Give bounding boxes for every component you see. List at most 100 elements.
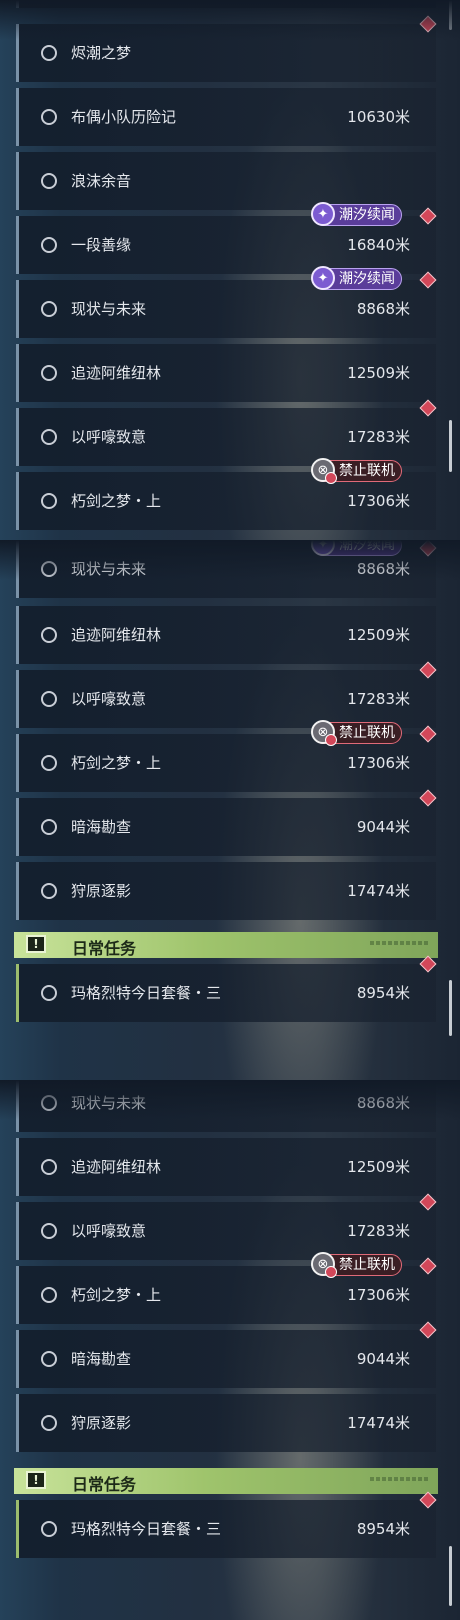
quest-distance: 10630米: [347, 108, 410, 126]
quest-item-shouyuan[interactable]: 狩原逐影 17474米: [16, 862, 436, 920]
no-coop-badge: ⊗ 禁止联机: [311, 458, 402, 484]
quest-name: 布偶小队历险记: [71, 108, 177, 126]
no-coop-icon: ⊗: [311, 458, 337, 484]
quest-item-huhao[interactable]: 以呼嚎致意 17283米: [16, 1193, 437, 1260]
star-burst-icon: ✦: [311, 202, 335, 226]
quest-distance: 17283米: [347, 1222, 410, 1240]
no-coop-badge-label: 禁止联机: [339, 1257, 395, 1273]
circle-icon: [41, 819, 57, 835]
quest-distance: 17283米: [347, 428, 410, 446]
exclamation-icon: !: [26, 1471, 46, 1489]
quest-distance: 17306米: [347, 492, 410, 510]
quest-distance: 9044米: [356, 1350, 410, 1368]
quest-name: 追迹阿维纽林: [71, 364, 162, 382]
circle-icon: [41, 883, 57, 899]
quest-item-daily[interactable]: 玛格烈特今日套餐・三 8954米: [16, 955, 437, 1022]
quest-item-xianzhuang[interactable]: 现状与未来 8868米 ✦ 潮汐续闻: [16, 266, 437, 338]
quest-item-zhuiji[interactable]: 追迹阿维纽林 12509米: [16, 606, 436, 664]
quest-item-shouyuan[interactable]: 狩原逐影 17474米: [16, 1394, 436, 1452]
scrollbar-thumb[interactable]: [449, 420, 452, 472]
scrollbar-thumb[interactable]: [449, 1546, 452, 1606]
circle-icon: [41, 691, 57, 707]
circle-icon: [41, 1351, 57, 1367]
quest-item-daily[interactable]: 玛格烈特今日套餐・三 8954米: [16, 1491, 437, 1558]
quest-distance: 12509米: [347, 1158, 410, 1176]
red-diamond-icon: [419, 1321, 437, 1339]
no-coop-badge: ⊗ 禁止联机: [311, 1252, 402, 1278]
quest-name: 追迹阿维纽林: [71, 1158, 162, 1176]
quest-item-huhao[interactable]: 以呼嚎致意 17283米: [16, 661, 437, 728]
quest-name: 狩原逐影: [71, 882, 132, 900]
quest-item-zhuiji[interactable]: 追迹阿维纽林 12509米: [16, 1138, 436, 1196]
quest-item-langmo[interactable]: 浪沫余音: [16, 152, 436, 210]
quest-name: 一段善缘: [71, 236, 132, 254]
quest-name: 暗海勘查: [71, 818, 132, 836]
scrollbar-track[interactable]: [449, 0, 452, 30]
circle-icon: [41, 429, 57, 445]
scrollbar-thumb[interactable]: [449, 980, 452, 1036]
story-badge-label: 潮汐续闻: [339, 271, 395, 287]
circle-icon: [41, 109, 57, 125]
exclamation-icon: !: [26, 935, 46, 953]
quest-name: 现状与未来: [71, 300, 147, 318]
quest-item-buou[interactable]: 布偶小队历险记 10630米: [16, 88, 436, 146]
section-title: 日常任务: [72, 939, 137, 958]
circle-icon: [41, 301, 57, 317]
quest-name: 浪沫余音: [71, 172, 132, 190]
quest-item-xianzhuang[interactable]: 现状与未来 8868米 ✦ 潮汐续闻: [16, 540, 437, 598]
no-coop-badge-label: 禁止联机: [339, 463, 395, 479]
quest-item-zhuiji[interactable]: 追迹阿维纽林 12509米: [16, 344, 436, 402]
red-diamond-icon: [419, 399, 437, 417]
quest-name: 以呼嚎致意: [71, 428, 147, 446]
quest-distance: 8868米: [356, 300, 410, 318]
quest-distance: 12509米: [347, 364, 410, 382]
circle-icon: [41, 1223, 57, 1239]
quest-name: 朽剑之梦・上: [71, 492, 162, 510]
quest-distance: 9044米: [356, 818, 410, 836]
quest-item-jinchao[interactable]: 烬潮之梦: [16, 15, 437, 82]
quest-distance: 12509米: [347, 626, 410, 644]
circle-icon: [41, 1095, 57, 1111]
quest-item-shanyuan[interactable]: 一段善缘 16840米 ✦ 潮汐续闻: [16, 202, 437, 274]
quest-name: 暗海勘查: [71, 1350, 132, 1368]
list-item-cut: [16, 0, 436, 8]
quest-distance: 8868米: [356, 1094, 410, 1112]
story-badge: ✦ 潮汐续闻: [311, 266, 402, 290]
circle-icon: [41, 561, 57, 577]
quest-distance: 17306米: [347, 1286, 410, 1304]
quest-item-xiujian[interactable]: 朽剑之梦・上 17306米 ⊗ 禁止联机: [16, 1252, 437, 1324]
star-burst-icon: ✦: [311, 540, 335, 556]
quest-distance: 16840米: [347, 236, 410, 254]
quest-name: 以呼嚎致意: [71, 690, 147, 708]
red-diamond-icon: [419, 789, 437, 807]
circle-icon: [41, 365, 57, 381]
quest-name: 玛格烈特今日套餐・三: [71, 1520, 222, 1538]
quest-distance: 8868米: [356, 560, 410, 578]
red-diamond-icon: [419, 725, 437, 743]
daily-section-header[interactable]: ! 日常任务: [14, 932, 438, 958]
circle-icon: [41, 1159, 57, 1175]
quest-name: 烬潮之梦: [71, 44, 132, 62]
quest-list-panel-3: 现状与未来 8868米 追迹阿维纽林 12509米 以呼嚎致意 17283米 朽…: [0, 1080, 460, 1620]
quest-name: 以呼嚎致意: [71, 1222, 147, 1240]
no-coop-badge-label: 禁止联机: [339, 725, 395, 741]
quest-distance: 8954米: [356, 1520, 410, 1538]
quest-item-xiujian[interactable]: 朽剑之梦・上 17306米 ⊗ 禁止联机: [16, 458, 436, 530]
quest-item-xianzhuang[interactable]: 现状与未来 8868米: [16, 1080, 436, 1132]
red-diamond-icon: [419, 15, 437, 33]
no-coop-icon: ⊗: [311, 720, 337, 746]
quest-item-huhao[interactable]: 以呼嚎致意 17283米: [16, 399, 437, 466]
red-diamond-icon: [419, 540, 437, 557]
quest-item-xiujian[interactable]: 朽剑之梦・上 17306米 ⊗ 禁止联机: [16, 720, 437, 792]
circle-icon: [41, 493, 57, 509]
quest-item-anhai[interactable]: 暗海勘查 9044米: [16, 1321, 437, 1388]
section-decoration: [370, 941, 430, 945]
quest-distance: 17283米: [347, 690, 410, 708]
star-burst-icon: ✦: [311, 266, 335, 290]
quest-name: 追迹阿维纽林: [71, 626, 162, 644]
red-diamond-icon: [419, 661, 437, 679]
quest-name: 狩原逐影: [71, 1414, 132, 1432]
red-diamond-icon: [419, 1491, 437, 1509]
quest-item-anhai[interactable]: 暗海勘查 9044米: [16, 789, 437, 856]
daily-section-header[interactable]: ! 日常任务: [14, 1468, 438, 1494]
